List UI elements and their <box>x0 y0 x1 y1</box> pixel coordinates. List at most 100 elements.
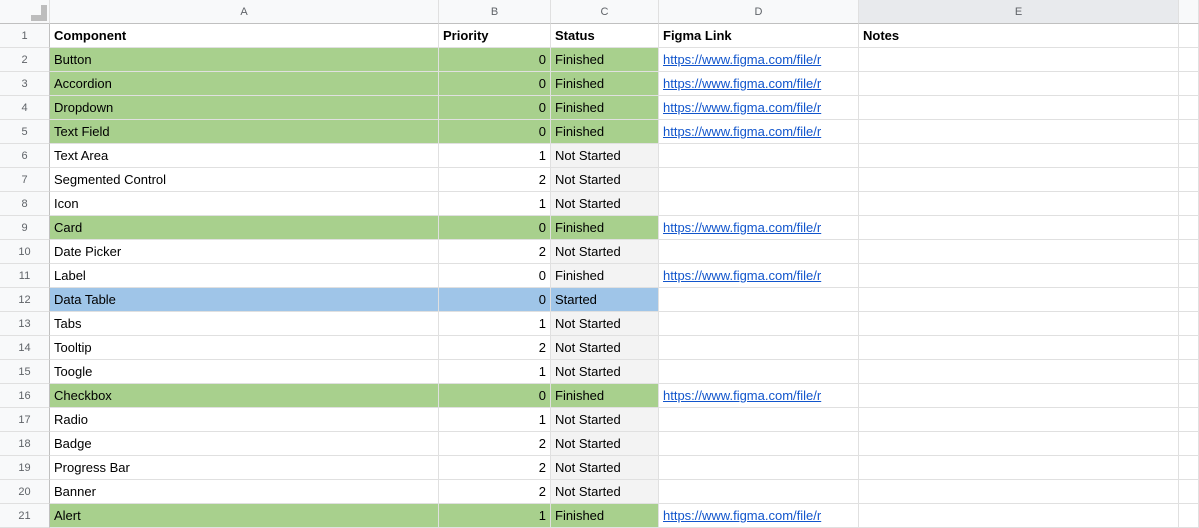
cell-overflow-8[interactable] <box>1179 192 1199 216</box>
cell-overflow-14[interactable] <box>1179 336 1199 360</box>
cell-component-3[interactable]: Accordion <box>50 72 439 96</box>
cell-priority-3[interactable]: 0 <box>439 72 551 96</box>
cell-status-4[interactable]: Finished <box>551 96 659 120</box>
cell-notes-14[interactable] <box>859 336 1179 360</box>
cell-figma-14[interactable] <box>659 336 859 360</box>
row-header-2[interactable]: 2 <box>0 48 50 72</box>
cell-figma-16[interactable]: https://www.figma.com/file/r <box>659 384 859 408</box>
cell-priority-13[interactable]: 1 <box>439 312 551 336</box>
column-header-B[interactable]: B <box>439 0 551 24</box>
cell-status-3[interactable]: Finished <box>551 72 659 96</box>
cell-status-10[interactable]: Not Started <box>551 240 659 264</box>
cell-overflow-12[interactable] <box>1179 288 1199 312</box>
cell-component-13[interactable]: Tabs <box>50 312 439 336</box>
cell-figma-11[interactable]: https://www.figma.com/file/r <box>659 264 859 288</box>
cell-notes-8[interactable] <box>859 192 1179 216</box>
cell-priority-4[interactable]: 0 <box>439 96 551 120</box>
cell-component-9[interactable]: Card <box>50 216 439 240</box>
cell-priority-12[interactable]: 0 <box>439 288 551 312</box>
cell-figma-7[interactable] <box>659 168 859 192</box>
cell-overflow-18[interactable] <box>1179 432 1199 456</box>
column-header-overflow[interactable] <box>1179 0 1199 24</box>
cell-figma-20[interactable] <box>659 480 859 504</box>
spreadsheet-grid[interactable]: ABCDE1ComponentPriorityStatusFigma LinkN… <box>0 0 1199 528</box>
row-header-4[interactable]: 4 <box>0 96 50 120</box>
cell-notes-2[interactable] <box>859 48 1179 72</box>
cell-notes-19[interactable] <box>859 456 1179 480</box>
figma-link[interactable]: https://www.figma.com/file/r <box>663 508 821 523</box>
row-header-19[interactable]: 19 <box>0 456 50 480</box>
cell-notes-9[interactable] <box>859 216 1179 240</box>
cell-figma-15[interactable] <box>659 360 859 384</box>
cell-status-11[interactable]: Finished <box>551 264 659 288</box>
cell-figma-3[interactable]: https://www.figma.com/file/r <box>659 72 859 96</box>
cell-priority-21[interactable]: 1 <box>439 504 551 528</box>
cell-C1[interactable]: Status <box>551 24 659 48</box>
cell-status-8[interactable]: Not Started <box>551 192 659 216</box>
cell-status-20[interactable]: Not Started <box>551 480 659 504</box>
cell-component-16[interactable]: Checkbox <box>50 384 439 408</box>
row-header-15[interactable]: 15 <box>0 360 50 384</box>
cell-priority-11[interactable]: 0 <box>439 264 551 288</box>
cell-figma-13[interactable] <box>659 312 859 336</box>
row-header-10[interactable]: 10 <box>0 240 50 264</box>
cell-priority-19[interactable]: 2 <box>439 456 551 480</box>
cell-overflow-5[interactable] <box>1179 120 1199 144</box>
cell-figma-5[interactable]: https://www.figma.com/file/r <box>659 120 859 144</box>
cell-figma-8[interactable] <box>659 192 859 216</box>
row-header-11[interactable]: 11 <box>0 264 50 288</box>
cell-overflow-9[interactable] <box>1179 216 1199 240</box>
cell-status-9[interactable]: Finished <box>551 216 659 240</box>
cell-overflow-17[interactable] <box>1179 408 1199 432</box>
cell-priority-8[interactable]: 1 <box>439 192 551 216</box>
cell-figma-6[interactable] <box>659 144 859 168</box>
cell-priority-18[interactable]: 2 <box>439 432 551 456</box>
cell-component-6[interactable]: Text Area <box>50 144 439 168</box>
cell-D1[interactable]: Figma Link <box>659 24 859 48</box>
cell-priority-9[interactable]: 0 <box>439 216 551 240</box>
cell-status-5[interactable]: Finished <box>551 120 659 144</box>
row-header-14[interactable]: 14 <box>0 336 50 360</box>
cell-notes-15[interactable] <box>859 360 1179 384</box>
cell-priority-2[interactable]: 0 <box>439 48 551 72</box>
cell-notes-3[interactable] <box>859 72 1179 96</box>
cell-overflow-3[interactable] <box>1179 72 1199 96</box>
cell-component-19[interactable]: Progress Bar <box>50 456 439 480</box>
cell-component-7[interactable]: Segmented Control <box>50 168 439 192</box>
row-header-12[interactable]: 12 <box>0 288 50 312</box>
cell-overflow-2[interactable] <box>1179 48 1199 72</box>
cell-priority-7[interactable]: 2 <box>439 168 551 192</box>
cell-figma-18[interactable] <box>659 432 859 456</box>
column-header-A[interactable]: A <box>50 0 439 24</box>
cell-status-2[interactable]: Finished <box>551 48 659 72</box>
cell-overflow-11[interactable] <box>1179 264 1199 288</box>
cell-overflow-1[interactable] <box>1179 24 1199 48</box>
cell-notes-4[interactable] <box>859 96 1179 120</box>
cell-overflow-19[interactable] <box>1179 456 1199 480</box>
cell-component-21[interactable]: Alert <box>50 504 439 528</box>
figma-link[interactable]: https://www.figma.com/file/r <box>663 124 821 139</box>
cell-overflow-4[interactable] <box>1179 96 1199 120</box>
figma-link[interactable]: https://www.figma.com/file/r <box>663 220 821 235</box>
cell-figma-21[interactable]: https://www.figma.com/file/r <box>659 504 859 528</box>
cell-figma-19[interactable] <box>659 456 859 480</box>
cell-overflow-15[interactable] <box>1179 360 1199 384</box>
cell-component-17[interactable]: Radio <box>50 408 439 432</box>
cell-component-14[interactable]: Tooltip <box>50 336 439 360</box>
cell-overflow-20[interactable] <box>1179 480 1199 504</box>
cell-overflow-7[interactable] <box>1179 168 1199 192</box>
cell-A1[interactable]: Component <box>50 24 439 48</box>
cell-priority-5[interactable]: 0 <box>439 120 551 144</box>
select-all-corner[interactable] <box>0 0 50 24</box>
cell-component-11[interactable]: Label <box>50 264 439 288</box>
cell-notes-16[interactable] <box>859 384 1179 408</box>
row-header-9[interactable]: 9 <box>0 216 50 240</box>
row-header-8[interactable]: 8 <box>0 192 50 216</box>
cell-priority-6[interactable]: 1 <box>439 144 551 168</box>
row-header-13[interactable]: 13 <box>0 312 50 336</box>
cell-figma-10[interactable] <box>659 240 859 264</box>
row-header-18[interactable]: 18 <box>0 432 50 456</box>
cell-status-13[interactable]: Not Started <box>551 312 659 336</box>
row-header-17[interactable]: 17 <box>0 408 50 432</box>
cell-status-12[interactable]: Started <box>551 288 659 312</box>
